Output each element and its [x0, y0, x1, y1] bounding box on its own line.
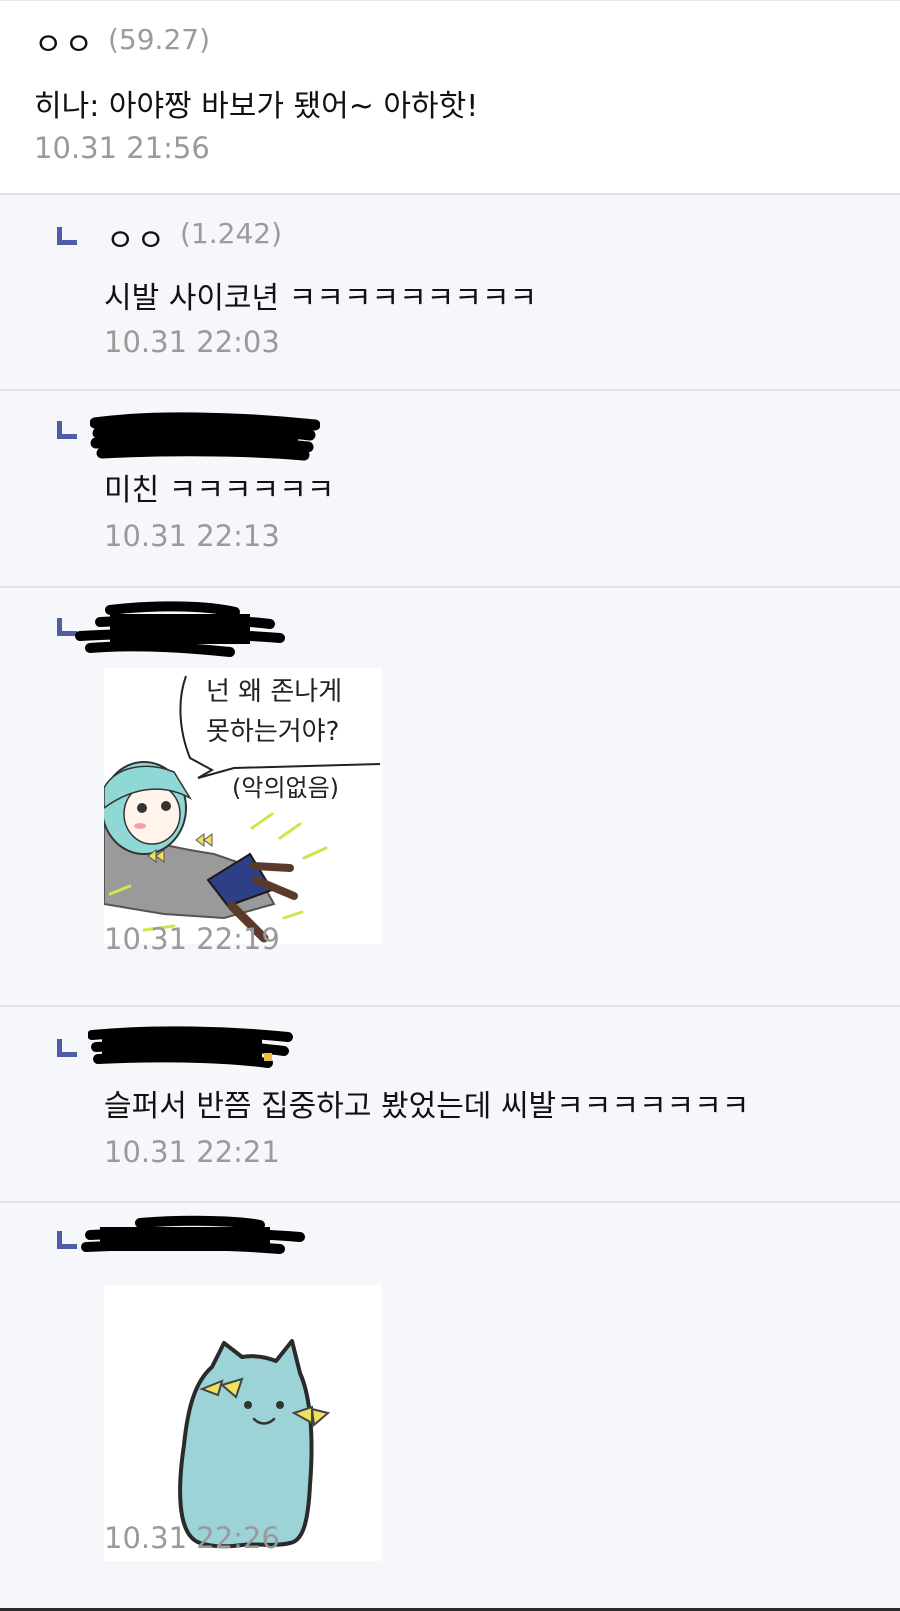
reply-text: 시발 사이코년 ㅋㅋㅋㅋㅋㅋㅋㅋㅋ [104, 281, 538, 316]
comment-nickname[interactable]: ㅇㅇ [34, 19, 95, 64]
reply-time: 10.31 22:26 [104, 1521, 280, 1555]
comment-ip: (59.27) [108, 23, 211, 56]
teal-ghost-cat-sticker [104, 1285, 382, 1561]
reply-arrow-icon [57, 1231, 77, 1249]
reply-text: 미친 ㅋㅋㅋㅋㅋㅋ [104, 473, 335, 508]
reply-time: 10.31 22:21 [104, 1135, 280, 1169]
nickname-redaction-scribble [88, 1026, 293, 1068]
sticker-caption: (악의없음) [232, 774, 339, 802]
reply-arrow-icon [57, 421, 77, 439]
reply-time: 10.31 22:03 [104, 325, 280, 359]
sticker-speech-line2: 못하는거야? [206, 717, 339, 747]
reply-arrow-icon [57, 227, 77, 245]
sticker-image[interactable] [104, 1285, 382, 1561]
comment-text: 히나: 아야짱 바보가 됐어~ 아하핫! [34, 89, 479, 124]
nickname-redaction-scribble [90, 412, 320, 461]
reply-text: 슬퍼서 반쯤 집중하고 봤었는데 씨발ㅋㅋㅋㅋㅋㅋㅋ [104, 1089, 750, 1124]
cartoon-girl-sticker: 넌 왜 존나게 못하는거야? (악의없음) [101, 668, 382, 944]
reply-nickname[interactable]: ㅇㅇ [106, 215, 167, 260]
reply-item: 슬퍼서 반쯤 집중하고 봤었는데 씨발ㅋㅋㅋㅋㅋㅋㅋ 10.31 22:21 [0, 1005, 900, 1203]
reply-time: 10.31 22:13 [104, 519, 280, 553]
reply-item: 10.31 22:26 [0, 1201, 900, 1608]
reply-item: ㅇㅇ (1.242) 시발 사이코년 ㅋㅋㅋㅋㅋㅋㅋㅋㅋ 10.31 22:03 [0, 193, 900, 391]
reply-time: 10.31 22:19 [104, 922, 280, 956]
reply-item: 넌 왜 존나게 못하는거야? (악의없음) 10.31 22:19 [0, 586, 900, 1007]
comment-item: ㅇㅇ (59.27) 히나: 아야짱 바보가 됐어~ 아하핫! 10.31 21… [0, 0, 900, 196]
reply-arrow-icon [57, 1039, 77, 1057]
reply-item: 미친 ㅋㅋㅋㅋㅋㅋ 10.31 22:13 [0, 389, 900, 588]
nickname-redaction-scribble [81, 1215, 305, 1254]
sticker-speech-line1: 넌 왜 존나게 [206, 677, 342, 707]
comment-time: 10.31 21:56 [34, 131, 210, 165]
sticker-image[interactable]: 넌 왜 존나게 못하는거야? (악의없음) [101, 668, 382, 944]
nickname-redaction-scribble [75, 601, 285, 657]
reply-ip: (1.242) [180, 217, 283, 250]
